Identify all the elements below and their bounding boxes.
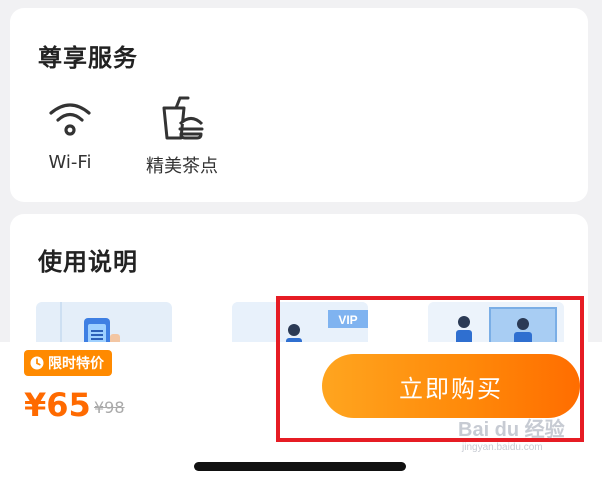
services-title: 尊享服务 [38,44,138,72]
service-tea-snack: 精美茶点 [130,96,234,178]
vip-badge: VIP [338,313,357,327]
current-price: ¥65 [24,386,91,424]
buy-now-button[interactable]: 立即购买 [322,354,580,418]
clock-icon [30,356,44,370]
limited-time-badge: 限时特价 [24,350,112,376]
tea-snack-icon [158,96,206,142]
home-indicator[interactable] [194,462,406,471]
service-wifi: Wi-Fi [34,96,106,173]
baidu-jingyan-watermark: Bai du 经验 jingyan.baidu.com [458,418,565,454]
services-card: 尊享服务 Wi-Fi 精美茶点 [10,8,588,202]
wifi-label: Wi-Fi [48,152,92,173]
limited-time-label: 限时特价 [48,356,104,372]
usage-title: 使用说明 [38,248,138,276]
purchase-bar: 限时特价 ¥65 ¥98 立即购买 [0,342,602,477]
watermark-url: jingyan.baidu.com [462,442,543,453]
watermark-brand: Bai du 经验 [458,419,565,441]
tea-snack-label: 精美茶点 [146,156,218,177]
original-price: ¥98 [94,398,125,417]
wifi-icon [46,96,94,142]
